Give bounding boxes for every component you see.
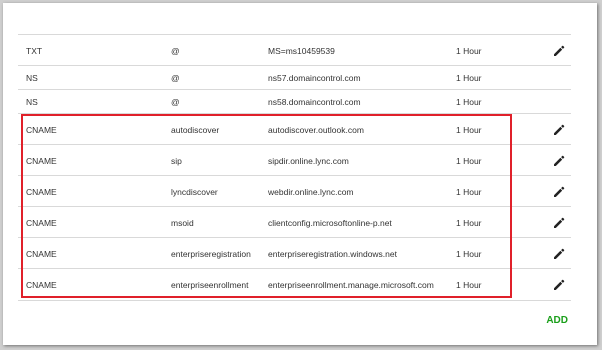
- record-ttl: 1 Hour: [456, 73, 482, 83]
- pencil-icon[interactable]: [552, 185, 566, 199]
- record-value: MS=ms10459539: [268, 45, 335, 56]
- pencil-icon[interactable]: [552, 278, 566, 292]
- pencil-icon[interactable]: [552, 123, 566, 137]
- edit-button[interactable]: [550, 114, 568, 145]
- edit-button[interactable]: [550, 238, 568, 269]
- pencil-icon[interactable]: [552, 216, 566, 230]
- record-value: ns58.domaincontrol.com: [268, 97, 361, 107]
- edit-button[interactable]: [550, 145, 568, 176]
- table-row: TXT @ MS=ms10459539 1 Hour: [18, 34, 571, 66]
- table-row: NS @ ns57.domaincontrol.com 1 Hour: [18, 65, 571, 90]
- record-name: @: [171, 97, 180, 107]
- edit-button[interactable]: [550, 269, 568, 300]
- table-row: NS @ ns58.domaincontrol.com 1 Hour: [18, 89, 571, 114]
- pencil-icon[interactable]: [552, 44, 566, 58]
- edit-button[interactable]: [550, 207, 568, 238]
- pencil-icon[interactable]: [552, 247, 566, 261]
- record-ttl: 1 Hour: [456, 97, 482, 107]
- edit-button[interactable]: [550, 35, 568, 66]
- dns-records-panel: TXT @ MS=ms10459539 1 Hour NS @ ns57.domaincon…: [3, 3, 597, 345]
- edit-button[interactable]: [550, 176, 568, 207]
- record-name: @: [171, 45, 180, 56]
- record-type: NS: [26, 73, 38, 83]
- record-ttl: 1 Hour: [456, 45, 482, 56]
- add-record-button[interactable]: ADD: [546, 315, 568, 326]
- highlight-box: [21, 114, 512, 298]
- record-value: ns57.domaincontrol.com: [268, 73, 361, 83]
- record-type: NS: [26, 97, 38, 107]
- record-type: TXT: [26, 45, 43, 56]
- pencil-icon[interactable]: [552, 154, 566, 168]
- record-name: @: [171, 73, 180, 83]
